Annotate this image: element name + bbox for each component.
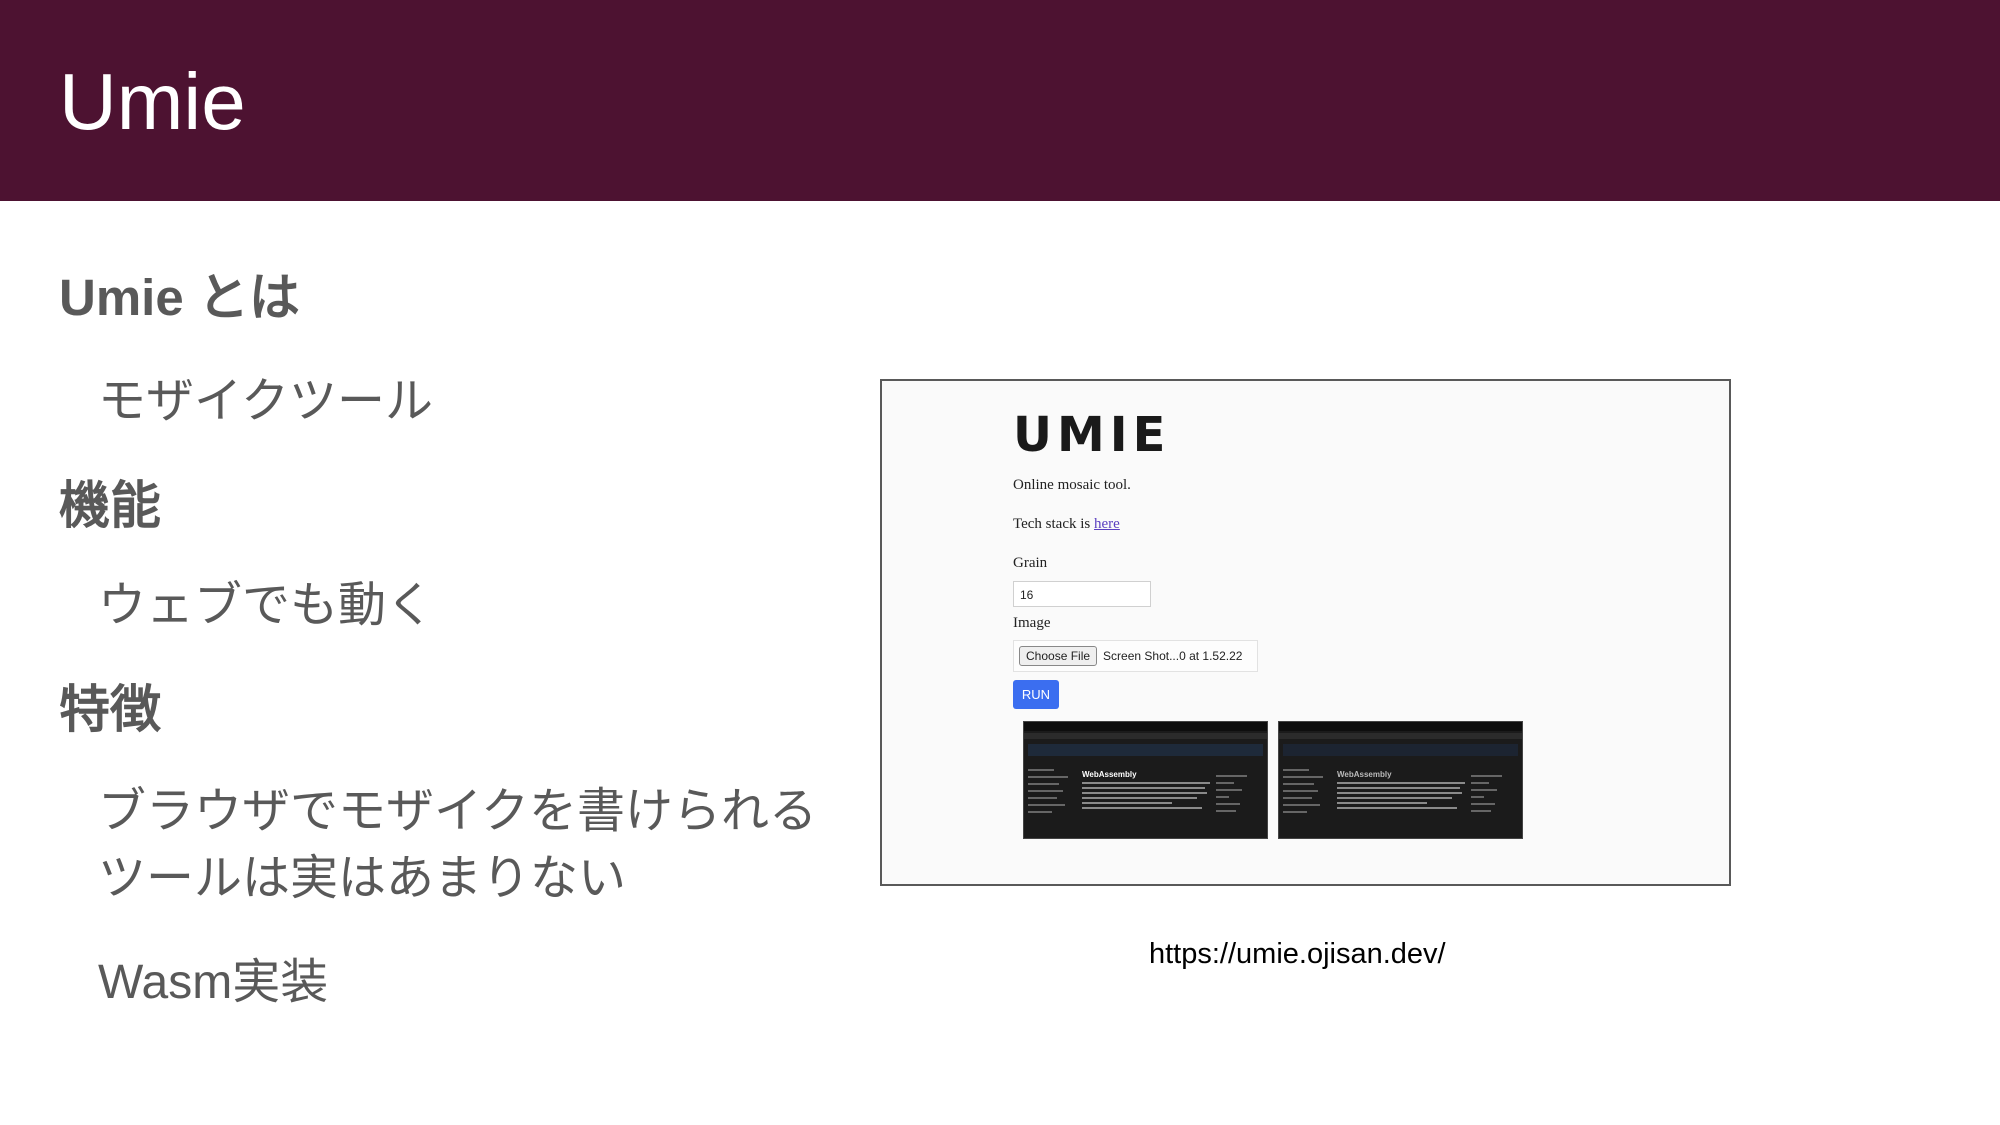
thumbnail-title: WebAssembly (1337, 770, 1392, 779)
section-heading-about: Umie とは (59, 269, 300, 326)
image-label: Image (1013, 615, 1051, 631)
section-heading-characteristics: 特徴 (59, 681, 162, 738)
bullet-wasm: Wasm実装 (98, 956, 329, 1009)
section-heading-features: 機能 (59, 477, 162, 534)
slide-title: Umie (59, 57, 246, 146)
run-button[interactable]: RUN (1013, 680, 1059, 709)
title-bar: Umie (0, 0, 2000, 201)
app-screenshot: UMIE Online mosaic tool. Tech stack is h… (880, 379, 1731, 886)
bullet-mosaic-tool: モザイクツール (98, 375, 434, 428)
bullet-web: ウェブでも動く (98, 579, 435, 632)
tech-stack-line: Tech stack is here (1013, 516, 1120, 533)
umie-logo: UMIE (1013, 407, 1171, 463)
file-input[interactable]: Choose File Screen Shot...0 at 1.52.22 (1013, 640, 1258, 672)
choose-file-button[interactable]: Choose File (1019, 646, 1098, 666)
tagline: Online mosaic tool. (1013, 477, 1131, 493)
bullet-browser-mosaic-line2: ツールは実はあまりない (98, 852, 627, 905)
result-thumbnail-1: WebAssembly (1023, 721, 1268, 839)
grain-label: Grain (1013, 555, 1048, 571)
site-url-caption: https://umie.ojisan.dev/ (1149, 938, 1446, 970)
tech-stack-prefix: Tech stack is (1013, 516, 1095, 532)
thumbnail-title: WebAssembly (1082, 770, 1137, 779)
tech-stack-link[interactable]: here (1094, 516, 1120, 532)
result-thumbnail-2: WebAssembly (1278, 721, 1523, 839)
bullet-browser-mosaic-line1: ブラウザでモザイクを書けられる (98, 785, 818, 838)
file-name: Screen Shot...0 at 1.52.22 (1103, 649, 1243, 663)
grain-input[interactable]: 16 (1013, 581, 1151, 607)
